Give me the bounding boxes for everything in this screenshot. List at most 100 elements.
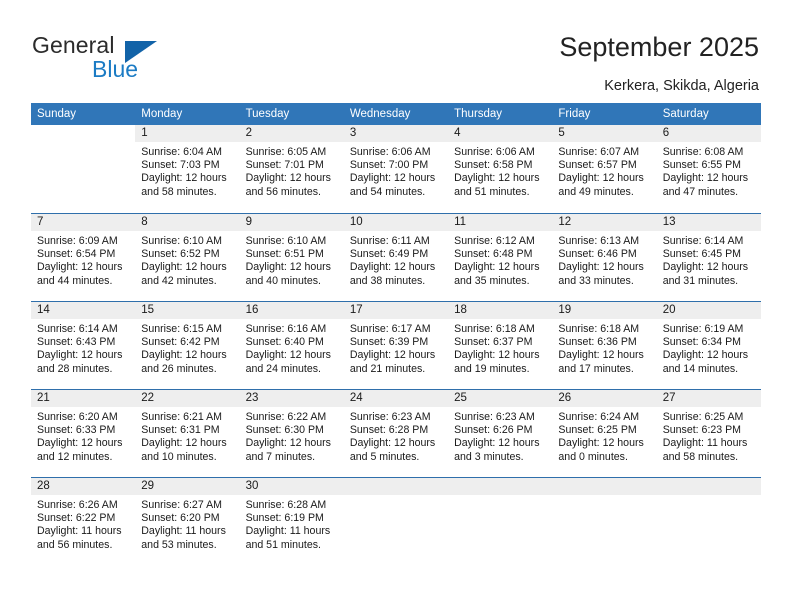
day-detail-line: Sunset: 6:20 PM (141, 512, 220, 525)
weekday-header-monday: Monday (141, 108, 183, 120)
calendar-day-cell[interactable]: 11 Sunrise: 6:12 AM Sunset: 6:48 PM Dayligh… (448, 214, 553, 301)
calendar-day-cell[interactable]: 21 Sunrise: 6:20 AM Sunset: 6:33 PM Dayligh… (31, 390, 136, 477)
day-detail-line: Sunrise: 6:04 AM (141, 146, 222, 158)
day-detail-line: Sunset: 6:39 PM (349, 336, 429, 349)
calendar-day-cell[interactable]: 12 Sunrise: 6:13 AM Sunset: 6:46 PM Dayligh… (552, 214, 657, 301)
day-details: Sunrise: 6:12 AM Sunset: 6:48 PM Daylight:… (448, 231, 552, 288)
day-detail-line: Sunrise: 6:16 AM (245, 323, 327, 335)
calendar-day-cell-empty[interactable] (552, 478, 657, 565)
calendar-day-cell-empty[interactable] (31, 125, 136, 213)
calendar-day-cell[interactable]: 10 Sunrise: 6:11 AM Sunset: 6:49 PM Dayligh… (343, 214, 449, 301)
day-number: 27 (656, 390, 761, 407)
day-detail-line: Daylight: 12 hours (454, 261, 540, 274)
calendar-day-cell[interactable]: 8 Sunrise: 6:10 AM Sunset: 6:52 PM Daylight… (135, 214, 240, 301)
day-detail-line: Sunset: 6:51 PM (245, 248, 324, 261)
day-detail-line: and 19 minutes. (454, 362, 530, 375)
day-number: 23 (239, 390, 344, 407)
day-number: 2 (239, 125, 344, 142)
calendar-day-cell[interactable]: 15 Sunrise: 6:15 AM Sunset: 6:42 PM Dayligh… (135, 302, 240, 389)
calendar-week-row: 7 Sunrise: 6:09 AM Sunset: 6:54 PM Daylight… (31, 213, 761, 301)
day-detail-line: Sunset: 6:19 PM (245, 512, 324, 525)
calendar-day-cell[interactable]: 3 Sunrise: 6:06 AM Sunset: 7:00 PM Daylight… (343, 125, 449, 213)
calendar-day-cell[interactable]: 28 Sunrise: 6:26 AM Sunset: 6:22 PM Dayligh… (31, 478, 136, 565)
day-detail-line: Sunset: 6:26 PM (454, 424, 533, 437)
calendar-day-cell[interactable]: 30 Sunrise: 6:28 AM Sunset: 6:19 PM Dayligh… (239, 478, 344, 565)
day-details: Sunrise: 6:10 AM Sunset: 6:51 PM Daylight:… (240, 231, 344, 288)
day-details: Sunrise: 6:14 AM Sunset: 6:45 PM Daylight:… (657, 231, 761, 288)
weekday-header-wednesday: Wednesday (349, 108, 411, 120)
calendar-day-cell[interactable]: 27 Sunrise: 6:25 AM Sunset: 6:23 PM Dayligh… (656, 390, 761, 477)
day-detail-line: Sunrise: 6:11 AM (349, 235, 430, 247)
calendar-day-cell-empty[interactable] (448, 478, 553, 565)
calendar-day-cell[interactable]: 23 Sunrise: 6:22 AM Sunset: 6:30 PM Dayligh… (239, 390, 344, 477)
day-detail-line: Sunrise: 6:25 AM (662, 411, 744, 423)
day-detail-line: and 38 minutes. (349, 274, 426, 287)
weekday-header-tuesday: Tuesday (245, 108, 290, 120)
day-details: Sunrise: 6:18 AM Sunset: 6:36 PM Daylight:… (552, 319, 656, 376)
day-detail-line: and 56 minutes. (37, 538, 113, 551)
calendar-day-cell[interactable]: 25 Sunrise: 6:23 AM Sunset: 6:26 PM Dayligh… (448, 390, 553, 477)
day-detail-line: Daylight: 11 hours (245, 525, 331, 538)
calendar-day-cell[interactable]: 6 Sunrise: 6:08 AM Sunset: 6:55 PM Daylight… (656, 125, 761, 213)
calendar-day-cell[interactable]: 7 Sunrise: 6:09 AM Sunset: 6:54 PM Daylight… (31, 214, 136, 301)
day-detail-line: Sunrise: 6:21 AM (141, 411, 222, 423)
day-detail-line: Daylight: 12 hours (558, 261, 644, 274)
calendar-week-row: 28 Sunrise: 6:26 AM Sunset: 6:22 PM Dayligh… (31, 477, 761, 565)
calendar-day-cell[interactable]: 17 Sunrise: 6:17 AM Sunset: 6:39 PM Dayligh… (343, 302, 449, 389)
day-details (31, 142, 135, 146)
calendar-day-cell-empty[interactable] (343, 478, 449, 565)
calendar-day-cell[interactable]: 24 Sunrise: 6:23 AM Sunset: 6:28 PM Dayligh… (343, 390, 449, 477)
day-detail-line: Sunrise: 6:20 AM (37, 411, 118, 423)
day-detail-line: Sunset: 6:31 PM (141, 424, 220, 437)
day-detail-line: Daylight: 12 hours (141, 349, 227, 362)
day-detail-line: Daylight: 11 hours (662, 437, 748, 450)
day-detail-line: and 49 minutes. (558, 185, 634, 198)
day-number: 4 (448, 125, 553, 142)
calendar-day-cell-empty[interactable] (656, 478, 761, 565)
calendar-day-cell[interactable]: 18 Sunrise: 6:18 AM Sunset: 6:37 PM Dayligh… (448, 302, 553, 389)
calendar-day-cell[interactable]: 1 Sunrise: 6:04 AM Sunset: 7:03 PM Daylight… (135, 125, 240, 213)
day-detail-line: and 56 minutes. (245, 185, 321, 198)
day-detail-line: Sunset: 6:28 PM (349, 424, 429, 437)
day-detail-line: and 51 minutes. (245, 538, 321, 551)
day-number (343, 478, 449, 495)
calendar-day-cell[interactable]: 19 Sunrise: 6:18 AM Sunset: 6:36 PM Dayligh… (552, 302, 657, 389)
calendar-day-cell[interactable]: 13 Sunrise: 6:14 AM Sunset: 6:45 PM Dayligh… (656, 214, 761, 301)
calendar-day-cell[interactable]: 4 Sunrise: 6:06 AM Sunset: 6:58 PM Daylight… (448, 125, 553, 213)
day-detail-line: and 58 minutes. (662, 450, 739, 463)
calendar-day-cell[interactable]: 20 Sunrise: 6:19 AM Sunset: 6:34 PM Dayligh… (656, 302, 761, 389)
day-detail-line: Daylight: 12 hours (349, 349, 436, 362)
calendar-day-cell[interactable]: 16 Sunrise: 6:16 AM Sunset: 6:40 PM Dayligh… (239, 302, 344, 389)
day-detail-line: Sunset: 6:49 PM (349, 248, 429, 261)
day-detail-line: and 7 minutes. (245, 450, 316, 463)
day-details (552, 495, 656, 499)
calendar-day-cell[interactable]: 22 Sunrise: 6:21 AM Sunset: 6:31 PM Dayligh… (135, 390, 240, 477)
calendar-day-cell[interactable]: 9 Sunrise: 6:10 AM Sunset: 6:51 PM Daylight… (239, 214, 344, 301)
day-detail-line: Sunrise: 6:24 AM (558, 411, 640, 423)
day-details: Sunrise: 6:07 AM Sunset: 6:57 PM Daylight:… (552, 142, 656, 199)
day-detail-line: Sunset: 6:25 PM (558, 424, 637, 437)
day-detail-line: Sunset: 7:03 PM (141, 159, 220, 172)
general-blue-logo[interactable]: General Blue (32, 32, 212, 84)
day-details: Sunrise: 6:13 AM Sunset: 6:46 PM Daylight:… (552, 231, 656, 288)
day-number: 21 (31, 390, 136, 407)
day-detail-line: and 21 minutes. (349, 362, 426, 375)
day-detail-line: Sunrise: 6:19 AM (662, 323, 744, 335)
calendar-day-cell[interactable]: 2 Sunrise: 6:05 AM Sunset: 7:01 PM Daylight… (239, 125, 344, 213)
calendar-day-cell[interactable]: 29 Sunrise: 6:27 AM Sunset: 6:20 PM Dayligh… (135, 478, 240, 565)
day-details (657, 495, 761, 499)
day-details (448, 495, 552, 499)
logo-text-general: General (32, 32, 115, 58)
day-detail-line: Sunrise: 6:23 AM (454, 411, 535, 423)
day-detail-line: Sunset: 6:46 PM (558, 248, 637, 261)
calendar-day-cell[interactable]: 14 Sunrise: 6:14 AM Sunset: 6:43 PM Dayligh… (31, 302, 136, 389)
calendar-page: General Blue September 2025 Kerkera, Ski… (0, 0, 792, 612)
day-number: 7 (31, 214, 136, 231)
day-detail-line: Sunset: 6:36 PM (558, 336, 637, 349)
day-detail-line: and 28 minutes. (37, 362, 113, 375)
day-detail-line: and 0 minutes. (558, 450, 628, 463)
day-details: Sunrise: 6:11 AM Sunset: 6:49 PM Daylight:… (344, 231, 448, 288)
calendar-day-cell[interactable]: 26 Sunrise: 6:24 AM Sunset: 6:25 PM Dayligh… (552, 390, 657, 477)
calendar-day-cell[interactable]: 5 Sunrise: 6:07 AM Sunset: 6:57 PM Daylight… (552, 125, 657, 213)
day-number: 14 (31, 302, 136, 319)
